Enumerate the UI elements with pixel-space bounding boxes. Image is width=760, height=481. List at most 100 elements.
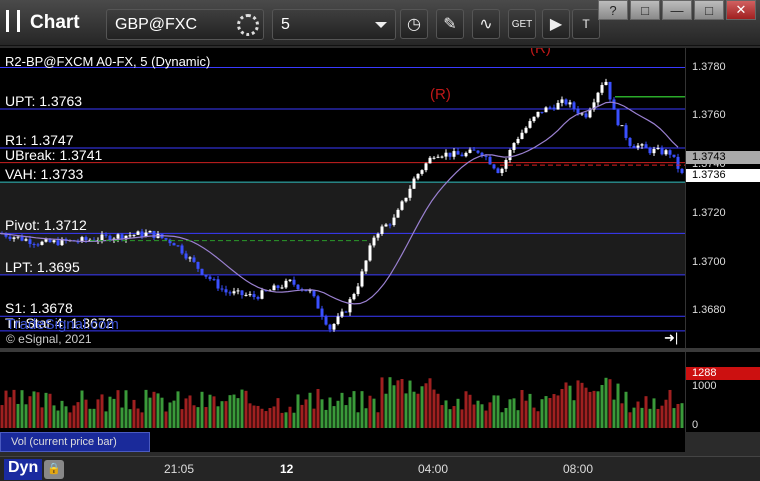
symbol-input[interactable]: GBP@FXC	[106, 9, 264, 40]
candle-body	[16, 236, 20, 238]
candle-body	[424, 163, 428, 171]
volume-bar	[52, 405, 56, 428]
candle-body	[192, 257, 196, 262]
lock-icon[interactable]: 🔒	[44, 460, 64, 479]
candle-body	[392, 217, 396, 226]
volume-bar	[12, 389, 16, 428]
volume-bar	[316, 389, 320, 428]
chevron-down-icon	[375, 22, 387, 28]
volume-bar	[88, 408, 92, 428]
volume-bar	[360, 391, 364, 428]
chart-toolbar: Chart GBP@FXC 5 ◷ ✎ ∿ GET ▶ T ? □ — □ ✕	[0, 0, 760, 46]
volume-bar	[356, 412, 360, 428]
volume-bar	[524, 400, 528, 428]
candle-body	[184, 253, 188, 259]
price-axis[interactable]: 1.3780 1.3760 1.3740 1.3720 1.3700 1.3680 1.3…	[685, 48, 760, 348]
volume-bar	[336, 400, 340, 428]
candle-body	[172, 243, 176, 246]
volume-bar	[152, 391, 156, 428]
candle-body	[56, 240, 60, 246]
volume-bar	[676, 403, 680, 428]
volume-bar	[276, 398, 280, 428]
volume-bar	[656, 408, 660, 428]
candle-body	[376, 233, 380, 238]
study-icon[interactable]: ∿	[472, 9, 500, 39]
volume-bar	[120, 407, 124, 428]
volume-bar	[116, 390, 120, 428]
volume-bar	[312, 408, 316, 428]
restore-button[interactable]: □	[630, 0, 660, 20]
candle-body	[132, 234, 136, 236]
volume-bar	[480, 404, 484, 428]
candle-body	[524, 127, 528, 133]
minimize-button[interactable]: —	[662, 0, 692, 20]
price-tick: 1.3700	[692, 255, 726, 268]
candle-body	[200, 268, 204, 275]
current-volume-tag: 1288	[686, 367, 760, 380]
interval-value: 5	[281, 16, 290, 33]
volume-bar	[208, 394, 212, 428]
candle-body	[436, 156, 440, 158]
candle-body	[288, 279, 292, 281]
candle-body	[412, 178, 416, 189]
gear-icon[interactable]	[237, 14, 259, 36]
time-axis[interactable]: Dyn 🔒 21:05 12 04:00 08:00	[0, 456, 760, 481]
close-button[interactable]: ✕	[726, 0, 756, 20]
time-label: 21:05	[164, 462, 195, 476]
help-button[interactable]: ?	[598, 0, 628, 20]
candle-body	[344, 311, 348, 313]
volume-bar	[96, 399, 100, 428]
volume-bar	[144, 389, 148, 428]
volume-bar	[588, 391, 592, 428]
volume-bar	[84, 399, 88, 428]
volume-bar	[556, 395, 560, 428]
candle-body	[220, 288, 224, 290]
price-chart[interactable]: (R) (R) R2-BP@FXCM A0-FX, 5 (Dynamic) UPT…	[0, 48, 685, 348]
candle-body	[244, 294, 248, 296]
volume-bar	[44, 392, 48, 428]
volume-bar	[468, 394, 472, 428]
volume-bar	[632, 407, 636, 428]
pencil-icon[interactable]: ✎	[436, 9, 464, 39]
candle-body	[204, 274, 208, 277]
volume-bar	[300, 404, 304, 428]
volume-bar	[508, 399, 512, 428]
candle-body	[476, 150, 480, 153]
volume-bar	[348, 397, 352, 428]
candle-body	[100, 234, 104, 241]
volume-bar	[528, 393, 532, 428]
candle-body	[208, 276, 212, 280]
level-label-lpt: LPT: 1.3695	[5, 258, 80, 275]
get-icon[interactable]: GET	[508, 9, 536, 39]
clock-icon[interactable]: ◷	[400, 9, 428, 39]
candle-body	[180, 245, 184, 254]
play-icon[interactable]: ▶	[542, 9, 570, 39]
candle-body	[356, 286, 360, 295]
volume-bar	[296, 394, 300, 428]
volume-bar	[460, 409, 464, 428]
candle-body	[276, 285, 280, 288]
candle-body	[388, 224, 392, 226]
candle-body	[468, 149, 472, 153]
text-icon[interactable]: T	[572, 9, 600, 39]
interval-select[interactable]: 5	[272, 9, 396, 40]
volume-chart[interactable]	[0, 352, 685, 432]
candle-body	[8, 236, 12, 239]
volume-bar	[212, 396, 216, 428]
candle-body	[656, 147, 660, 150]
maximize-button[interactable]: □	[694, 0, 724, 20]
volume-bar	[36, 392, 40, 428]
volume-bar	[16, 403, 20, 428]
candle-body	[252, 294, 256, 298]
jump-to-end-icon[interactable]: ➜|	[664, 330, 678, 346]
candle-body	[188, 257, 192, 259]
candle-body	[224, 289, 228, 293]
price-chart-svg: (R) (R)	[0, 48, 685, 333]
candle-body	[660, 147, 664, 155]
volume-bar	[388, 377, 392, 428]
candle-body	[228, 292, 232, 294]
candle-body	[420, 170, 424, 174]
candle-body	[212, 279, 216, 281]
volume-bar	[292, 412, 296, 428]
candle-body	[456, 151, 460, 155]
